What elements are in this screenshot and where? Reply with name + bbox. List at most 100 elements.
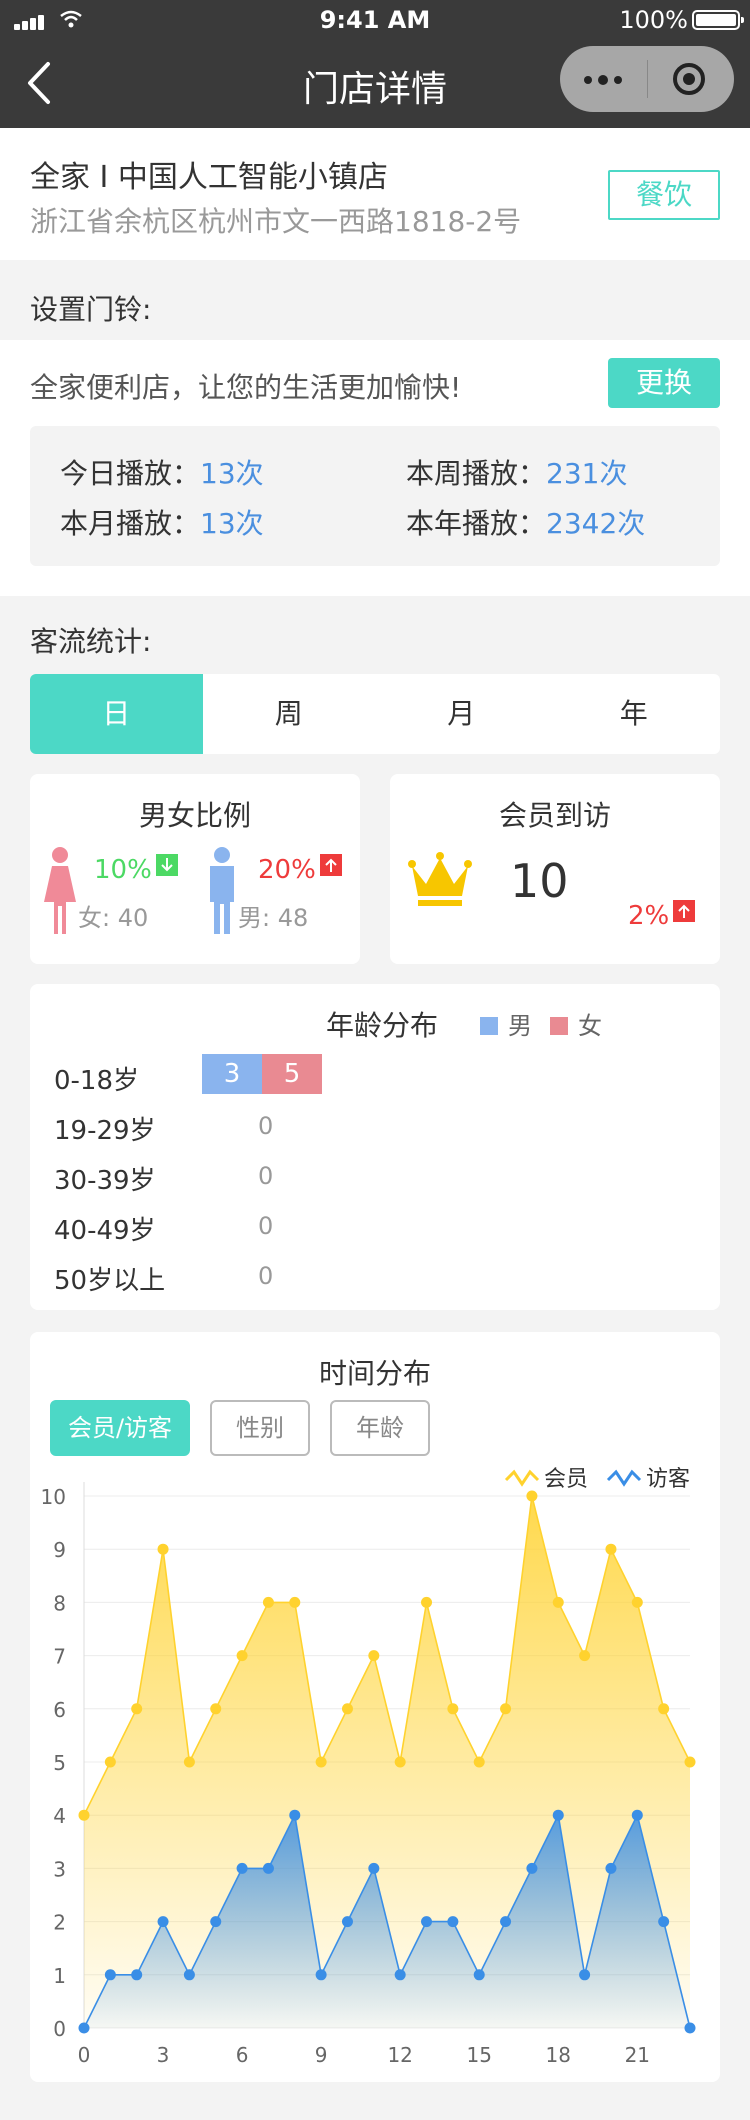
age-row-label: 19-29岁 [54,1116,156,1146]
data-point [447,1916,459,1928]
y-tick-label: 3 [53,1857,66,1881]
change-button[interactable]: 更换 [608,358,720,408]
legend-icon [504,1469,540,1487]
data-point [552,1809,564,1821]
time-distribution-chart: 0123456789100 3 6 9 12 15 18 21会员 访客 [41,1467,696,2067]
data-point [579,1650,591,1662]
x-tick-label: 9 [315,2043,328,2067]
data-point [262,1596,274,1608]
close-target-icon[interactable] [673,63,705,95]
play-stat-year: 本年播放：2342次 [406,507,646,540]
data-point [104,1756,116,1768]
status-bar: 9:41 AM 100% [0,0,750,40]
female-pct: 10% [94,854,178,885]
category-tag: 餐饮 [608,170,720,220]
data-point [236,1650,248,1662]
x-tick-label: 12 [387,2043,412,2067]
down-arrow-icon [155,854,178,876]
play-stat-month: 本月播放：13次 [60,507,264,540]
data-point [131,1969,143,1981]
legend-icon [606,1469,642,1487]
male-pct: 20% [258,854,342,885]
up-arrow-icon [319,854,342,876]
age-title: 年龄分布 [326,1009,439,1042]
y-tick-label: 10 [41,1485,66,1509]
more-icon[interactable] [584,70,628,88]
data-point [500,1916,512,1928]
data-point [631,1596,643,1608]
data-point [658,1703,670,1715]
age-bar-male: 3 [202,1054,262,1094]
data-point [579,1969,591,1981]
data-point [157,1916,169,1928]
play-stat-today: 今日播放：13次 [60,457,264,490]
data-point [289,1809,301,1821]
data-point [605,1543,617,1555]
x-tick-label: 21 [625,2043,650,2067]
play-stats: 今日播放：13次 本周播放：231次 本月播放：13次 本年播放：2342次 [30,426,720,566]
data-point [289,1596,301,1608]
traffic-section-label: 客流统计: [30,625,152,658]
age-row-value: 0 [258,1262,274,1290]
data-point [183,1969,195,1981]
data-point [394,1969,406,1981]
data-point [78,1809,90,1821]
data-point [341,1703,353,1715]
legend-label: 会员 [544,1467,588,1492]
mini-program-capsule [560,46,734,112]
data-point [341,1916,353,1928]
data-point [394,1756,406,1768]
legend-female: 女 [550,1006,602,1041]
age-distribution-card: 年龄分布 男 女 0-18岁 3 5 19-29岁 0 30-39岁 0 40-… [30,984,720,1310]
data-point [210,1703,222,1715]
x-tick-label: 0 [78,2043,91,2067]
store-address: 浙江省余杭区杭州市文一西路1818-2号 [30,205,522,238]
data-point [183,1756,195,1768]
y-tick-label: 5 [53,1751,66,1775]
battery-icon [692,10,744,30]
y-tick-label: 9 [53,1538,66,1562]
tab-day[interactable]: 日 [30,674,203,754]
age-bar-female: 5 [262,1054,322,1094]
y-tick-label: 4 [53,1804,66,1828]
x-tick-label: 3 [157,2043,170,2067]
data-point [157,1543,169,1555]
play-stat-week: 本周播放：231次 [406,457,628,490]
male-icon [210,847,234,934]
member-visit-card: 会员到访 10 2% [390,774,720,964]
data-point [500,1703,512,1715]
data-point [236,1862,248,1874]
x-tick-label: 18 [546,2043,571,2067]
x-tick-label: 6 [236,2043,249,2067]
y-tick-label: 0 [53,2017,66,2041]
data-point [631,1809,643,1821]
doorbell-section-label: 设置门铃: [30,293,152,326]
x-tick-label: 15 [466,2043,491,2067]
y-tick-label: 8 [53,1591,66,1615]
member-visit-title: 会员到访 [498,799,611,832]
data-point [315,1756,327,1768]
legend-label: 访客 [646,1467,690,1492]
data-point [658,1916,670,1928]
tab-week[interactable]: 周 [203,674,376,754]
age-row-value: 0 [258,1162,274,1190]
y-tick-label: 6 [53,1698,66,1722]
tab-month[interactable]: 月 [375,674,548,754]
up-arrow-icon [673,900,696,922]
gender-ratio-title: 男女比例 [138,799,251,832]
age-row-label: 0-18岁 [54,1066,140,1096]
y-tick-label: 1 [53,1964,66,1988]
age-row-value: 0 [258,1112,274,1140]
doorbell-card: 全家便利店，让您的生活更加愉快! 更换 今日播放：13次 本周播放：231次 本… [0,340,750,596]
store-name: 全家 I 中国人工智能小镇店 [30,160,388,195]
data-point [131,1703,143,1715]
age-row-label: 30-39岁 [54,1166,156,1196]
period-tabs: 日 周 月 年 [30,674,720,754]
data-point [368,1862,380,1874]
data-point [605,1862,617,1874]
tab-year[interactable]: 年 [548,674,721,754]
data-point [684,1756,696,1768]
female-count: 女: 40 [78,904,149,932]
data-point [473,1756,485,1768]
member-visit-pct: 2% [628,900,696,931]
